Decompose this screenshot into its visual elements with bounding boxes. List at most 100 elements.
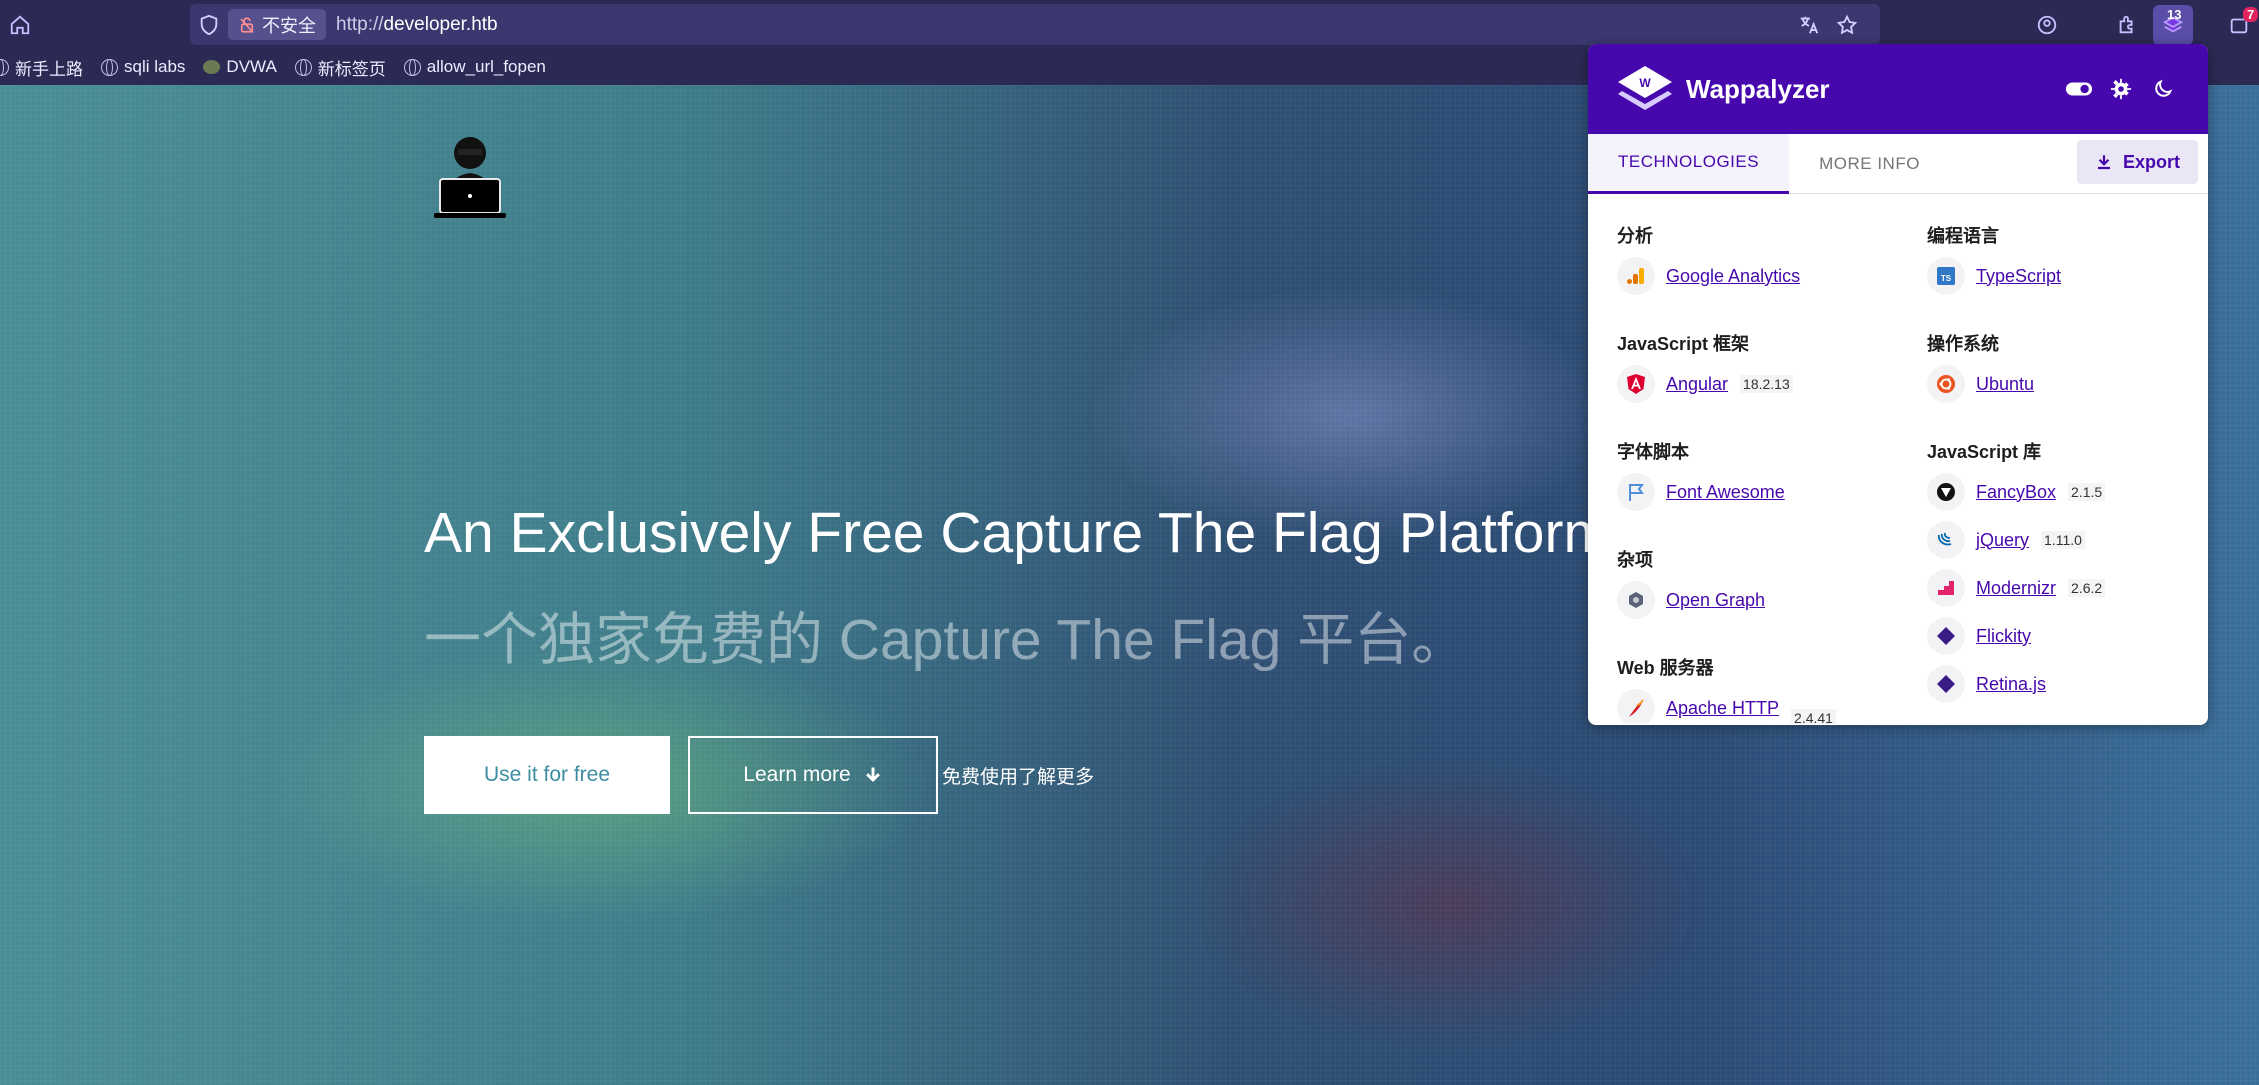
extensions-button[interactable] xyxy=(2107,5,2147,45)
ubuntu-icon xyxy=(1927,365,1965,403)
category-js-framework: JavaScript 框架 xyxy=(1617,334,1750,354)
hero-title: An Exclusively Free Capture The Flag Pla… xyxy=(424,501,1627,565)
security-indicator[interactable]: 不安全 xyxy=(228,9,326,40)
tech-name[interactable]: FancyBox xyxy=(1976,482,2056,503)
account-button[interactable] xyxy=(2027,5,2067,45)
bookmark-label: sqli labs xyxy=(124,57,186,76)
toggle-icon xyxy=(2065,82,2093,96)
tech-name[interactable]: jQuery xyxy=(1976,530,2029,551)
tech-name[interactable]: TypeScript xyxy=(1976,266,2061,287)
globe-icon xyxy=(403,58,421,76)
use-it-for-free-button[interactable]: Use it for free xyxy=(424,736,670,814)
tech-item[interactable]: Flickity xyxy=(1927,616,2031,656)
tech-name[interactable]: Google Analytics xyxy=(1666,266,1800,287)
tech-name[interactable]: Retina.js xyxy=(1976,674,2046,695)
tab-more-info[interactable]: MORE INFO xyxy=(1789,134,1950,194)
hero-note: 免费使用了解更多 xyxy=(942,767,1095,788)
tech-version: 2.4.41 xyxy=(1791,709,1836,724)
tech-item[interactable]: Font Awesome xyxy=(1617,472,1785,512)
bookmark-item[interactable]: 新手上路 xyxy=(0,55,83,80)
technologies-list: 分析 Google Analytics JavaScript 框架 Angula… xyxy=(1588,194,2208,724)
globe-icon xyxy=(294,58,312,76)
bookmark-item[interactable]: sqli labs xyxy=(101,57,185,77)
flickity-icon xyxy=(1927,617,1965,655)
home-button[interactable] xyxy=(0,5,40,45)
category-web-server: Web 服务器 xyxy=(1617,658,1714,678)
wappalyzer-header: W Wappalyzer xyxy=(1588,44,2208,134)
tech-name[interactable]: Angular xyxy=(1666,374,1728,395)
tech-item[interactable]: TS TypeScript xyxy=(1927,256,2061,296)
tech-version: 1.11.0 xyxy=(2041,531,2085,549)
gear-icon xyxy=(2110,78,2132,100)
browser-toolbar: 不安全 http://developer.htb 13 7 xyxy=(0,0,2259,49)
home-icon xyxy=(10,15,30,34)
tech-version: 18.2.13 xyxy=(1740,375,1793,393)
category-js-library: JavaScript 库 xyxy=(1927,442,2042,462)
tech-name[interactable]: Apache HTTP xyxy=(1666,698,1779,719)
dark-mode-button[interactable] xyxy=(2146,72,2180,106)
account-icon xyxy=(2037,15,2057,34)
dvwa-icon xyxy=(203,60,221,74)
tech-name[interactable]: Flickity xyxy=(1976,626,2031,647)
address-bar[interactable]: 不安全 http://developer.htb xyxy=(190,4,1880,45)
wappalyzer-extension-button[interactable]: 13 xyxy=(2153,4,2193,45)
typescript-icon: TS xyxy=(1927,257,1965,295)
bookmark-label: allow_url_fopen xyxy=(426,57,546,76)
svg-text:TS: TS xyxy=(1941,274,1952,283)
category-programming-language: 编程语言 xyxy=(1927,226,1999,246)
fancybox-icon xyxy=(1927,473,1965,511)
tech-item[interactable]: Angular 18.2.13 xyxy=(1617,364,1793,404)
tab-technologies[interactable]: TECHNOLOGIES xyxy=(1588,133,1790,194)
tech-item[interactable]: jQuery 1.11.0 xyxy=(1927,520,2085,560)
tech-name[interactable]: Ubuntu xyxy=(1976,374,2034,395)
arrow-down-icon xyxy=(865,767,880,783)
toggle-button[interactable] xyxy=(2062,72,2096,106)
url-text[interactable]: http://developer.htb xyxy=(336,14,498,36)
category-analytics: 分析 xyxy=(1617,226,1653,246)
export-button[interactable]: Export xyxy=(2076,140,2198,184)
url-host: developer.htb xyxy=(383,13,498,35)
learn-more-label: Learn more xyxy=(743,763,851,786)
bookmark-item[interactable]: allow_url_fopen xyxy=(403,57,546,77)
wappalyzer-tabs: TECHNOLOGIES MORE INFO Export xyxy=(1588,133,2208,194)
tech-name[interactable]: Open Graph xyxy=(1666,590,1765,611)
browser-window: 不安全 http://developer.htb 13 7 新手上路 sqli … xyxy=(0,0,2259,1085)
tech-version: 2.1.5 xyxy=(2068,483,2106,501)
extension-area: 13 7 xyxy=(2027,0,2259,49)
wappalyzer-popup: W Wappalyzer TECHNOLOGIES MORE INFO Expo… xyxy=(1588,44,2208,725)
bookmark-item[interactable]: 新标签页 xyxy=(294,55,386,80)
tech-name[interactable]: Font Awesome xyxy=(1666,482,1785,503)
security-label: 不安全 xyxy=(262,15,316,36)
open-graph-icon xyxy=(1617,581,1655,619)
tech-item[interactable]: Apache HTTP 2.4.41 xyxy=(1617,688,1836,724)
hacker-logo-icon[interactable] xyxy=(432,133,508,219)
tech-version: 2.6.2 xyxy=(2068,579,2106,597)
export-label: Export xyxy=(2122,151,2180,172)
tech-name[interactable]: Modernizr xyxy=(1976,578,2056,599)
tech-item[interactable]: Ubuntu xyxy=(1927,364,2034,404)
category-os: 操作系统 xyxy=(1927,334,1999,354)
bookmark-label: 新手上路 xyxy=(15,59,83,79)
url-prefix: http:// xyxy=(336,13,384,35)
notifications-button[interactable]: 7 xyxy=(2219,5,2259,45)
bookmark-label: DVWA xyxy=(226,57,277,76)
hero-subtitle: 一个独家免费的 Capture The Flag 平台。 xyxy=(424,608,1469,672)
tech-item[interactable]: Retina.js xyxy=(1927,664,2046,704)
modernizr-icon xyxy=(1927,569,1965,607)
translate-icon[interactable] xyxy=(1798,14,1820,36)
settings-button[interactable] xyxy=(2104,72,2138,106)
learn-more-button[interactable]: Learn more xyxy=(688,736,938,814)
extension-badge: 13 xyxy=(2167,6,2182,22)
bookmark-label: 新标签页 xyxy=(317,59,386,79)
tech-item[interactable]: Modernizr 2.6.2 xyxy=(1927,568,2106,608)
angular-icon xyxy=(1617,365,1655,403)
tech-item[interactable]: Open Graph xyxy=(1617,580,1765,620)
wappalyzer-brand: Wappalyzer xyxy=(1686,73,1830,104)
wappalyzer-logo-icon: W xyxy=(1618,66,1672,110)
tech-item[interactable]: FancyBox 2.1.5 xyxy=(1927,472,2106,512)
tech-item[interactable]: Google Analytics xyxy=(1617,256,1800,296)
puzzle-icon xyxy=(2119,15,2133,33)
bookmark-star-icon[interactable] xyxy=(1836,14,1858,36)
globe-icon xyxy=(0,58,9,76)
bookmark-item[interactable]: DVWA xyxy=(203,57,277,77)
